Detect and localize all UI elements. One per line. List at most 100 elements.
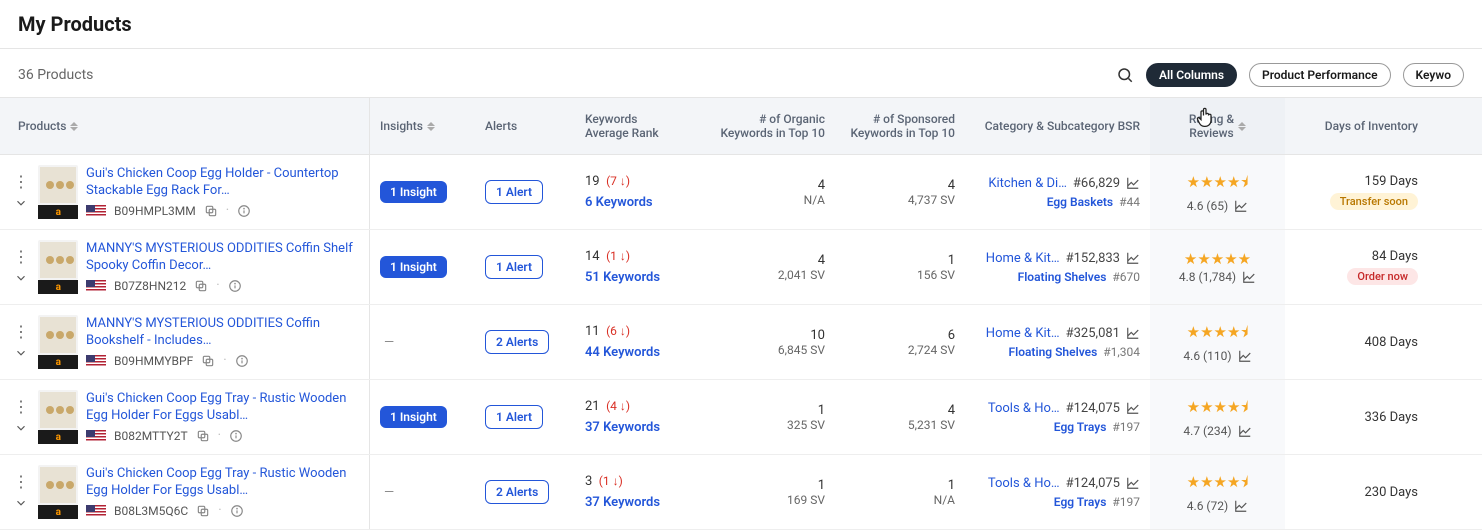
subcategory-link[interactable]: Egg Baskets [1047, 195, 1113, 209]
chart-icon[interactable] [1238, 349, 1252, 363]
row-menu-icon[interactable]: ⋮ [13, 324, 29, 340]
alert-badge[interactable]: 1 Alert [485, 180, 543, 204]
organic-sv: 169 SV [787, 493, 825, 507]
product-thumbnail[interactable] [38, 465, 78, 505]
chart-icon[interactable] [1126, 251, 1140, 265]
info-icon[interactable] [229, 429, 243, 443]
expand-icon[interactable] [14, 346, 28, 360]
table-row: ⋮ a Gui's Chicken Coop Egg Tray - Rustic… [0, 455, 1482, 530]
filter-product-performance[interactable]: Product Performance [1249, 63, 1391, 87]
row-menu-icon[interactable]: ⋮ [13, 474, 29, 490]
copy-icon[interactable] [194, 279, 208, 293]
category-rank: #325,081 [1066, 326, 1120, 341]
copy-icon[interactable] [196, 504, 210, 518]
kw-count-link[interactable]: 37 Keywords [585, 495, 660, 510]
col-rating[interactable]: Rating & Reviews [1150, 98, 1285, 154]
kw-count-link[interactable]: 37 Keywords [585, 420, 660, 435]
expand-icon[interactable] [14, 496, 28, 510]
search-icon[interactable] [1116, 66, 1134, 84]
category-link[interactable]: Kitchen & Di… [988, 176, 1067, 191]
sponsored-sv: 5,231 SV [908, 418, 955, 432]
subcategory-link[interactable]: Floating Shelves [1018, 270, 1107, 284]
alert-badge[interactable]: 1 Alert [485, 255, 543, 279]
chart-icon[interactable] [1234, 199, 1248, 213]
page-header: My Products [0, 0, 1482, 49]
chart-icon[interactable] [1242, 270, 1256, 284]
product-title-link[interactable]: MANNY'S MYSTERIOUS ODDITIES Coffin Books… [86, 316, 359, 350]
country-flag-icon [86, 430, 106, 442]
product-title-link[interactable]: Gui's Chicken Coop Egg Tray - Rustic Woo… [86, 391, 359, 425]
product-title-link[interactable]: MANNY'S MYSTERIOUS ODDITIES Coffin Shelf… [86, 241, 359, 275]
chart-icon[interactable] [1126, 326, 1140, 340]
chart-icon[interactable] [1126, 176, 1140, 190]
star-rating-icon: ★★★★⯨ [1187, 322, 1249, 347]
table-row: ⋮ a MANNY'S MYSTERIOUS ODDITIES Coffin S… [0, 230, 1482, 305]
kw-rank: 19 [585, 174, 600, 189]
chart-icon[interactable] [1126, 401, 1140, 415]
chart-icon[interactable] [1238, 424, 1252, 438]
insight-badge[interactable]: 1 Insight [380, 181, 447, 203]
copy-icon[interactable] [204, 204, 218, 218]
category-link[interactable]: Tools & Ho… [988, 401, 1060, 416]
row-menu-icon[interactable]: ⋮ [13, 174, 29, 190]
copy-icon[interactable] [201, 354, 215, 368]
kw-count-link[interactable]: 6 Keywords [585, 195, 653, 210]
product-thumbnail[interactable] [38, 165, 78, 205]
table-row: ⋮ a Gui's Chicken Coop Egg Tray - Rustic… [0, 380, 1482, 455]
dot-separator: · [223, 353, 226, 368]
rating-text: 4.8 (1,784) [1179, 270, 1236, 284]
sponsored-count: 4 [948, 178, 955, 193]
category-link[interactable]: Home & Kit… [986, 251, 1060, 266]
kw-count-link[interactable]: 44 Keywords [585, 345, 660, 360]
col-insights[interactable]: Insights [370, 98, 475, 154]
info-icon[interactable] [235, 354, 249, 368]
alert-badge[interactable]: 2 Alerts [485, 480, 549, 504]
product-thumbnail[interactable] [38, 240, 78, 280]
row-menu-icon[interactable]: ⋮ [13, 399, 29, 415]
alert-badge[interactable]: 1 Alert [485, 405, 543, 429]
category-link[interactable]: Home & Kit… [986, 326, 1060, 341]
subcategory-rank: #44 [1119, 195, 1140, 209]
star-rating-icon: ★★★★★ [1184, 250, 1251, 268]
organic-count: 4 [818, 178, 825, 193]
chart-icon[interactable] [1126, 476, 1140, 490]
kw-count-link[interactable]: 51 Keywords [585, 270, 660, 285]
insight-badge[interactable]: 1 Insight [380, 406, 447, 428]
filter-keywords[interactable]: Keywo [1403, 63, 1464, 87]
sponsored-sv: 4,737 SV [908, 193, 955, 207]
kw-change: (4 ↓) [606, 399, 630, 413]
organic-count: 10 [810, 328, 825, 343]
subcategory-link[interactable]: Egg Trays [1054, 495, 1107, 509]
expand-icon[interactable] [14, 421, 28, 435]
sponsored-count: 1 [948, 253, 955, 268]
dot-separator: · [218, 503, 221, 518]
rating-text: 4.6 (65) [1187, 199, 1228, 213]
col-products[interactable]: Products [0, 98, 370, 154]
info-icon[interactable] [230, 504, 244, 518]
amazon-badge-icon: a [38, 355, 78, 369]
expand-icon[interactable] [14, 271, 28, 285]
product-title-link[interactable]: Gui's Chicken Coop Egg Holder - Countert… [86, 166, 359, 200]
insight-badge[interactable]: 1 Insight [380, 256, 447, 278]
col-sponsored-l2: Keywords in Top 10 [850, 126, 955, 140]
chart-icon[interactable] [1234, 499, 1248, 513]
expand-icon[interactable] [14, 196, 28, 210]
alert-badge[interactable]: 2 Alerts [485, 330, 549, 354]
col-keywords-l2: Average Rank [585, 126, 659, 140]
table-row: ⋮ a MANNY'S MYSTERIOUS ODDITIES Coffin B… [0, 305, 1482, 380]
copy-icon[interactable] [196, 429, 210, 443]
subcategory-link[interactable]: Floating Shelves [1008, 345, 1097, 359]
product-title-link[interactable]: Gui's Chicken Coop Egg Tray - Rustic Woo… [86, 466, 359, 500]
category-link[interactable]: Tools & Ho… [988, 476, 1060, 491]
subcategory-link[interactable]: Egg Trays [1054, 420, 1107, 434]
product-count: 36 Products [18, 67, 93, 83]
product-thumbnail[interactable] [38, 315, 78, 355]
hand-cursor-icon [1196, 106, 1216, 130]
product-thumbnail[interactable] [38, 390, 78, 430]
row-menu-icon[interactable]: ⋮ [13, 249, 29, 265]
kw-rank: 21 [585, 399, 600, 414]
info-icon[interactable] [237, 204, 251, 218]
filter-all-columns[interactable]: All Columns [1146, 63, 1237, 87]
subcategory-rank: #197 [1112, 420, 1140, 434]
info-icon[interactable] [228, 279, 242, 293]
